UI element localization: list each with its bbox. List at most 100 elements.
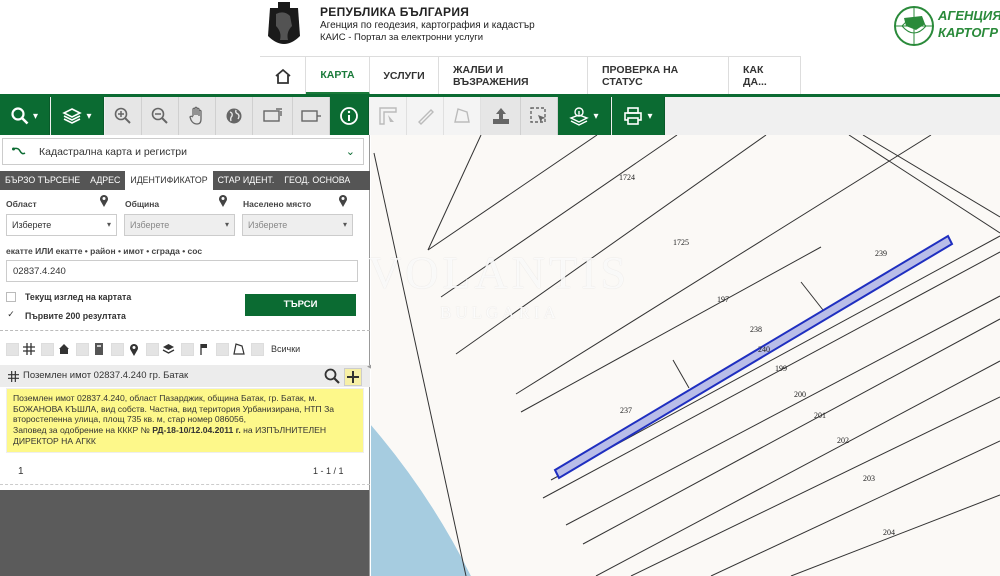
hand-icon [189,106,202,125]
result-order-number: РД-18-10/12.04.2011 г. [152,425,241,436]
ekatte-label: екатте ИЛИ екатте • район • имот • сград… [6,246,203,256]
info-icon [340,107,358,125]
identifier-input[interactable]: 02837.4.240 [6,260,358,282]
print-button[interactable]: ▾ [612,97,665,135]
pager-page[interactable]: 1 [18,466,24,477]
filter-checkbox[interactable] [146,342,159,356]
tab-old-identifier[interactable]: СТАР ИДЕНТ. [213,171,280,190]
layer-dropdown[interactable]: Кадастрална карта и регистри ⌄ [2,138,364,165]
globe-icon [226,108,242,124]
zoom-to-result-icon[interactable] [324,368,340,384]
ruler-grid-icon [379,107,397,125]
polygon-icon [454,108,470,123]
cadastral-map[interactable]: 1724 1725 239 197 238 240 199 200 201 20… [371,135,1000,576]
main-nav: КАРТА УСЛУГИ ЖАЛБИ И ВЪЗРАЖЕНИЯ ПРОВЕРКА… [260,56,801,95]
chevron-down-icon: ▾ [342,220,347,229]
parcel-label: 199 [775,364,787,373]
grid-icon [8,371,19,382]
select-area-button[interactable] [521,97,558,135]
header-portal-name: КАИС - Портал за електронни услуги [320,32,484,43]
filter-checkbox[interactable] [76,342,89,356]
naseleno-select-value: Изберете [248,220,288,230]
parcel-label: 237 [620,406,632,415]
obshtina-label: Община [125,199,160,209]
tab-address[interactable]: АДРЕС [85,171,125,190]
chevron-down-icon: ▾ [86,110,92,122]
parcel-label: 204 [883,528,895,537]
oblast-label: Област [6,199,37,209]
filter-checkbox[interactable] [111,342,124,356]
layer-info-button[interactable]: ▾ [558,97,611,135]
obshtina-select[interactable]: Изберете ▾ [124,214,235,236]
add-result-button[interactable] [344,368,362,386]
home-button[interactable] [260,57,306,95]
printer-icon [624,107,643,125]
layers-icon [62,108,83,124]
filter-checkbox[interactable] [6,342,19,356]
first-200-label: Първите 200 резултата [25,311,126,321]
upload-button[interactable] [481,97,521,135]
parcel-label: 238 [750,325,762,334]
parcel-label: 240 [758,345,770,354]
result-header: Поземлен имот 02837.4.240 гр. Батак [0,365,370,387]
info-tool-button[interactable] [330,97,369,135]
result-order-prefix: Заповед за одобрение на КККР № [13,425,153,436]
draw-polygon-button[interactable] [444,97,481,135]
parcel-label: 202 [837,436,849,445]
grid-icon [22,343,35,356]
filter-all-label: Всички [271,344,301,354]
land-area [371,135,1000,576]
chevron-down-icon: ▾ [593,110,599,122]
current-view-label: Текущ изглед на картата [25,292,132,302]
nav-item-map[interactable]: КАРТА [306,57,370,95]
zoom-in-icon [114,107,131,124]
extent-forward-icon [301,110,321,122]
filter-checkbox[interactable] [41,342,54,356]
map-toolbar: ▾ ▾ ▾ ▾ [0,97,1000,135]
result-details: Поземлен имот 02837.4.240, област Пазард… [6,388,364,453]
full-extent-button[interactable] [216,97,253,135]
map-pin-icon[interactable] [99,194,109,207]
oblast-select[interactable]: Изберете ▾ [6,214,117,236]
filter-checkbox[interactable] [216,342,229,356]
layers-tool-button[interactable]: ▾ [51,97,104,135]
measure-distance-button[interactable] [407,97,444,135]
building-icon [92,343,105,356]
next-extent-button[interactable] [293,97,330,135]
map-pin-icon [127,343,140,356]
chevron-down-icon: ▾ [647,110,653,122]
nav-item-services[interactable]: УСЛУГИ [370,57,439,95]
tab-identifier[interactable]: ИДЕНТИФИКАТОР [125,171,213,190]
map-pin-icon[interactable] [338,194,348,207]
parcel-label: 201 [814,411,826,420]
nav-item-status-check[interactable]: ПРОВЕРКА НА СТАТУС [588,57,729,95]
nav-item-complaints[interactable]: ЖАЛБИ И ВЪЗРАЖЕНИЯ [439,57,588,95]
extent-back-icon [262,108,284,122]
measure-area-button[interactable] [370,97,407,135]
search-button[interactable]: ТЪРСИ [245,294,356,316]
filter-all-checkbox[interactable] [251,342,264,356]
zoom-out-button[interactable] [142,97,179,135]
zoom-in-button[interactable] [105,97,142,135]
upload-icon [492,108,509,124]
pan-button[interactable] [179,97,216,135]
naseleno-select[interactable]: Изберете ▾ [242,214,353,236]
layers-icon [162,343,175,356]
search-tool-button[interactable]: ▾ [0,97,50,135]
result-title[interactable]: Поземлен имот 02837.4.240 гр. Батак [23,370,188,381]
filter-checkbox[interactable] [181,342,194,356]
map-pin-icon[interactable] [218,194,228,207]
layer-dropdown-label: Кадастрална карта и регистри [39,145,187,158]
chevron-down-icon: ▾ [32,110,39,122]
first-200-checkbox[interactable]: ✓ [6,310,16,320]
nav-item-how-to[interactable]: КАК ДА... [729,57,801,95]
header: РЕПУБЛИКА БЪЛГАРИЯ Агенция по геодезия, … [0,0,1000,56]
chevron-down-icon: ▾ [224,220,229,229]
current-view-checkbox[interactable] [6,292,16,302]
tab-quick-search[interactable]: БЪРЗО ТЪРСЕНЕ [0,171,85,190]
previous-extent-button[interactable] [253,97,293,135]
map-canvas: 1724 1725 239 197 238 240 199 200 201 20… [371,135,1000,576]
watermark-subtext: BULGARIA [440,303,560,322]
naseleno-label: Населено място [243,199,312,209]
tab-geodetic-base[interactable]: ГЕОД. ОСНОВА [279,171,355,190]
